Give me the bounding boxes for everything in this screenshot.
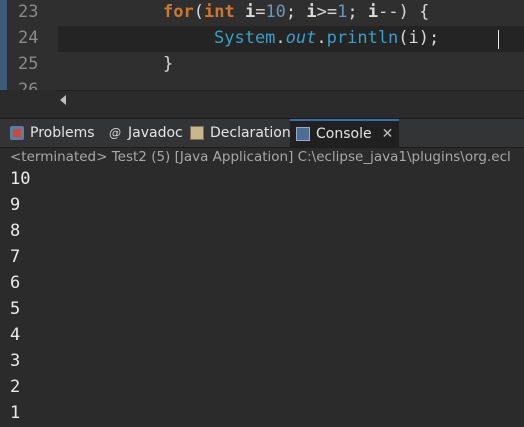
console-output-line: 9 bbox=[10, 195, 21, 215]
paren-open: ( bbox=[193, 2, 204, 22]
horizontal-scrollbar[interactable] bbox=[56, 90, 524, 111]
closing-brace: } bbox=[163, 54, 174, 74]
tab-label: Declaration bbox=[210, 125, 291, 141]
tab-javadoc[interactable]: @ Javadoc bbox=[108, 119, 183, 147]
console-process-label: <terminated> Test2 (5) [Java Application… bbox=[0, 148, 524, 166]
tab-console[interactable]: Console ✕ bbox=[290, 119, 400, 147]
code-line-24[interactable]: System.out.println(i); bbox=[214, 25, 439, 51]
gutter-marker bbox=[0, 0, 7, 90]
line-number: 23 bbox=[18, 2, 39, 22]
code-editor[interactable]: 23 24 25 26 for(int i=10; i>=1; i--) { S… bbox=[0, 0, 524, 90]
call-args: (i); bbox=[398, 28, 440, 48]
line-number-gutter: 23 24 25 26 bbox=[0, 0, 55, 90]
console-output-line: 5 bbox=[10, 299, 21, 319]
dot: . bbox=[275, 28, 286, 48]
semicolon: ; bbox=[285, 2, 307, 22]
method-println: println bbox=[326, 28, 399, 48]
tab-declaration[interactable]: Declaration bbox=[190, 119, 291, 147]
declaration-icon bbox=[190, 126, 204, 140]
field-out: out bbox=[285, 28, 317, 48]
dot: . bbox=[316, 28, 327, 48]
code-line-25[interactable]: } bbox=[163, 51, 173, 77]
line-number: 24 bbox=[18, 28, 39, 48]
console-output-line: 1 bbox=[10, 403, 21, 423]
operator-ge: >= bbox=[316, 2, 338, 22]
console-output-line: 8 bbox=[10, 221, 21, 241]
console-output-line: 7 bbox=[10, 247, 21, 267]
scroll-left-arrow-icon[interactable] bbox=[60, 95, 66, 105]
operator-decrement: --) { bbox=[378, 2, 430, 22]
keyword-int: int bbox=[203, 2, 235, 22]
tab-problems[interactable]: Problems bbox=[10, 119, 95, 147]
number-literal: 1 bbox=[337, 2, 348, 22]
close-icon[interactable]: ✕ bbox=[382, 126, 394, 142]
variable-i: i bbox=[367, 2, 379, 22]
text-caret bbox=[498, 30, 499, 49]
console-output[interactable]: 10 9 8 7 6 5 4 3 2 1 bbox=[0, 166, 524, 427]
keyword-for: for bbox=[163, 2, 194, 22]
console-output-line: 10 bbox=[10, 169, 31, 189]
line-number: 26 bbox=[18, 80, 39, 90]
variable-i: i bbox=[244, 2, 256, 22]
problems-icon bbox=[10, 126, 24, 140]
tab-label: Console bbox=[316, 126, 372, 142]
javadoc-icon: @ bbox=[109, 126, 121, 140]
operator-assign: = bbox=[255, 2, 266, 22]
tab-label: Problems bbox=[30, 125, 95, 141]
class-system: System bbox=[214, 28, 276, 48]
line-number: 25 bbox=[18, 54, 39, 74]
gutter-footer bbox=[0, 90, 56, 110]
number-literal: 10 bbox=[265, 2, 286, 22]
view-tab-bar: Problems @ Javadoc Declaration Console ✕ bbox=[0, 118, 524, 148]
console-output-line: 3 bbox=[10, 351, 21, 371]
semicolon: ; bbox=[347, 2, 368, 22]
code-line-23[interactable]: for(int i=10; i>=1; i--) { bbox=[163, 0, 429, 25]
variable-i: i bbox=[306, 2, 317, 22]
console-output-line: 2 bbox=[10, 377, 21, 397]
console-icon bbox=[296, 127, 310, 141]
console-output-line: 6 bbox=[10, 273, 21, 293]
console-output-line: 4 bbox=[10, 325, 21, 345]
tab-label: Javadoc bbox=[128, 125, 183, 141]
